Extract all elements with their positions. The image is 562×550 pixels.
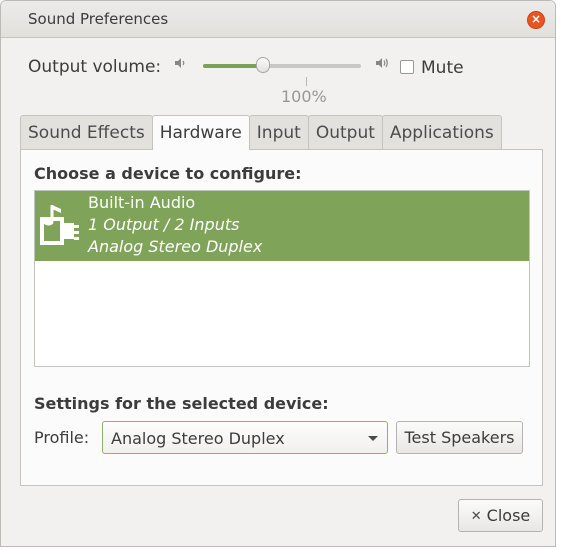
window-title: Sound Preferences xyxy=(28,10,169,28)
window-close-button[interactable]: × xyxy=(527,11,545,29)
device-profile: Analog Stereo Duplex xyxy=(88,237,263,256)
output-volume-slider[interactable] xyxy=(203,57,361,73)
profile-dropdown[interactable]: Analog Stereo Duplex xyxy=(102,421,388,454)
slider-thumb[interactable] xyxy=(256,57,271,73)
close-button[interactable]: ✕ Close xyxy=(458,499,543,532)
audio-card-icon xyxy=(40,205,79,245)
device-list[interactable]: Built-in Audio 1 Output / 2 Inputs Analo… xyxy=(34,190,530,367)
output-volume-label: Output volume: xyxy=(28,57,162,77)
tab-sound-effects[interactable]: Sound Effects xyxy=(20,115,153,149)
background-strip xyxy=(556,0,562,550)
speaker-high-icon xyxy=(376,58,388,68)
tab-applications[interactable]: Applications xyxy=(381,115,502,149)
profile-label: Profile: xyxy=(34,428,90,447)
device-ports: 1 Output / 2 Inputs xyxy=(88,215,240,234)
volume-100-tick xyxy=(306,77,307,86)
tab-input[interactable]: Input xyxy=(248,115,309,149)
tab-output[interactable]: Output xyxy=(307,115,383,149)
device-name: Built-in Audio xyxy=(88,193,196,212)
tab-hardware[interactable]: Hardware xyxy=(151,115,250,150)
mute-checkbox[interactable] xyxy=(400,60,414,74)
speaker-low-icon xyxy=(175,58,185,68)
mute-label[interactable]: Mute xyxy=(421,58,464,78)
device-row-built-in-audio[interactable]: Built-in Audio 1 Output / 2 Inputs Analo… xyxy=(35,191,529,261)
slider-fill xyxy=(203,64,264,68)
sound-preferences-window: Sound Preferences × Output volume: 100% … xyxy=(0,0,556,547)
profile-dropdown-value: Analog Stereo Duplex xyxy=(111,429,285,448)
close-button-label: Close xyxy=(486,506,531,525)
settings-heading: Settings for the selected device: xyxy=(34,394,329,413)
title-bar: Sound Preferences × xyxy=(1,1,555,38)
close-x-icon: ✕ xyxy=(470,509,482,524)
volume-100-label: 100% xyxy=(281,87,327,106)
tab-bar: Sound Effects Hardware Input Output Appl… xyxy=(20,115,502,150)
test-speakers-button[interactable]: Test Speakers xyxy=(396,421,523,454)
choose-device-heading: Choose a device to configure: xyxy=(34,164,302,183)
dropdown-arrow-icon xyxy=(368,436,378,441)
